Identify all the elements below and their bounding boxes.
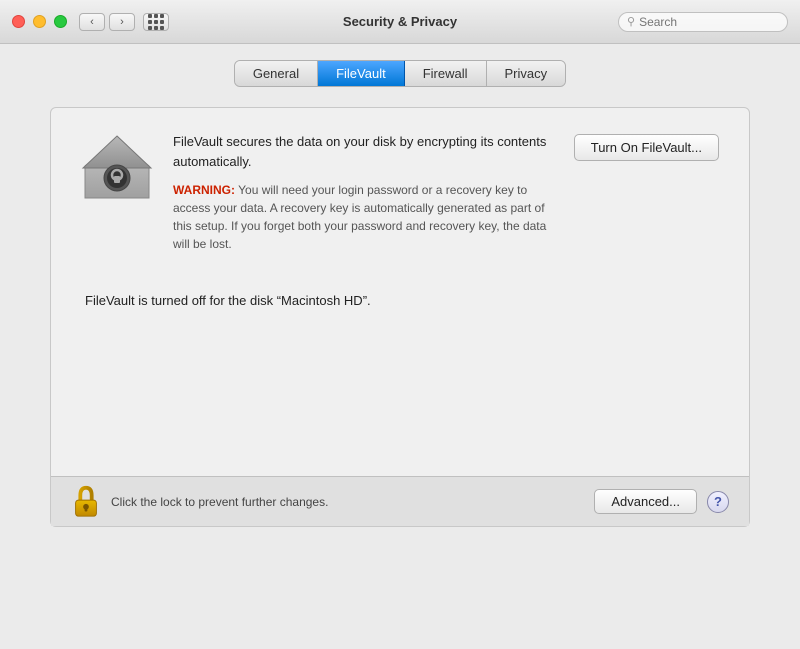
turn-on-filevault-button[interactable]: Turn On FileVault... [574,134,719,161]
grid-view-button[interactable] [143,13,169,31]
main-description-text: FileVault secures the data on your disk … [173,132,554,171]
advanced-button[interactable]: Advanced... [594,489,697,514]
titlebar: ‹ › Security & Privacy ⚲ [0,0,800,44]
tab-firewall[interactable]: Firewall [405,61,487,86]
tab-general[interactable]: General [235,61,318,86]
main-content: General FileVault Firewall Privacy [0,44,800,649]
search-input[interactable] [639,15,779,29]
help-button[interactable]: ? [707,491,729,513]
minimize-button[interactable] [33,15,46,28]
nav-buttons: ‹ › [79,13,135,31]
back-button[interactable]: ‹ [79,13,105,31]
fullscreen-button[interactable] [54,15,67,28]
bottom-right-controls: Advanced... ? [594,489,729,514]
close-button[interactable] [12,15,25,28]
tab-filevault[interactable]: FileVault [318,61,405,86]
warning-text: WARNING: You will need your login passwo… [173,181,554,253]
panel-top: FileVault secures the data on your disk … [81,132,719,253]
warning-label: WARNING: [173,183,235,197]
search-bar[interactable]: ⚲ [618,12,788,32]
panel-description: FileVault secures the data on your disk … [173,132,554,253]
bottom-bar: Click the lock to prevent further change… [51,476,749,526]
lock-label-text: Click the lock to prevent further change… [111,495,328,509]
window-title: Security & Privacy [343,14,457,29]
filevault-status-text: FileVault is turned off for the disk “Ma… [81,293,719,308]
grid-icon [148,14,164,30]
forward-button[interactable]: › [109,13,135,31]
traffic-lights [12,15,67,28]
tabs-bar: General FileVault Firewall Privacy [234,60,566,87]
lock-icon[interactable] [71,484,101,520]
content-panel: FileVault secures the data on your disk … [50,107,750,527]
filevault-icon [81,132,153,204]
tab-privacy[interactable]: Privacy [487,61,566,86]
search-icon: ⚲ [627,15,635,28]
